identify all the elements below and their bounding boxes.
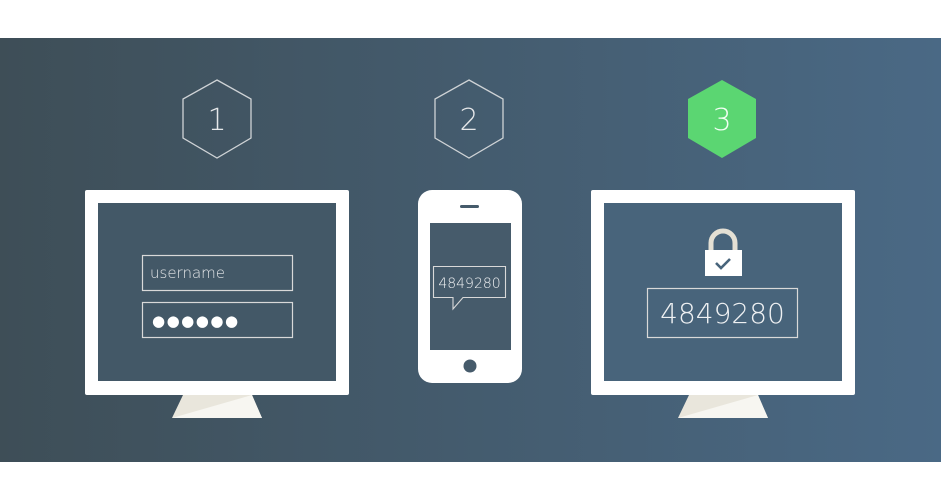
entered-code: 4849280 — [660, 297, 785, 330]
verify-monitor: 4849280 — [591, 190, 855, 418]
login-monitor: username ●●●●●● — [85, 190, 349, 418]
username-placeholder: username — [150, 264, 225, 282]
sms-code: 4849280 — [438, 276, 500, 292]
step-2-number: 2 — [459, 103, 478, 138]
home-button — [463, 359, 477, 373]
two-factor-diagram: 1 2 3 username ●●●●●● 4849280 4849280 — [0, 38, 941, 462]
password-dots: ●●●●●● — [152, 312, 240, 330]
step-3-number: 3 — [712, 103, 731, 138]
step-1-number: 1 — [207, 103, 226, 138]
speaker — [460, 205, 479, 208]
phone: 4849280 — [418, 190, 522, 383]
